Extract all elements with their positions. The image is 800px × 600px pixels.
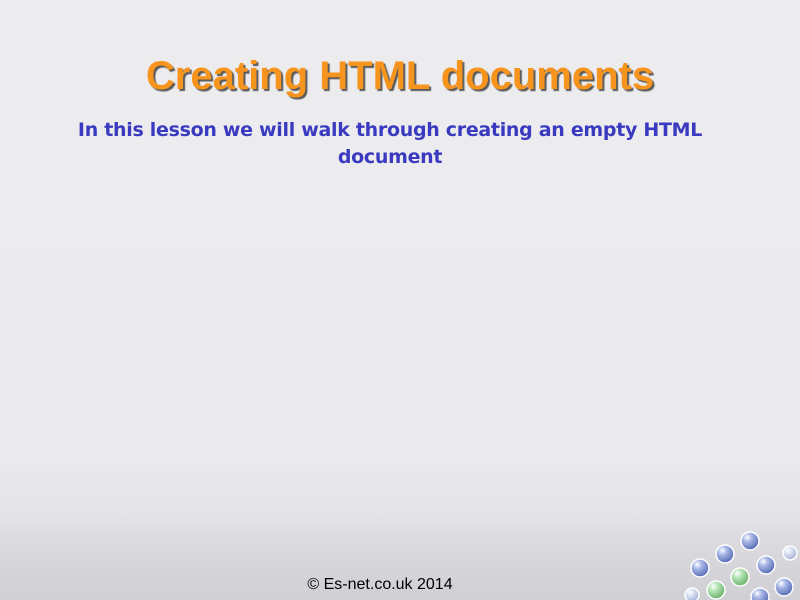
bubble <box>782 545 798 561</box>
slide: Creating HTML documents In this lesson w… <box>0 0 800 600</box>
bubble <box>706 580 726 600</box>
bubble <box>740 531 760 551</box>
decorative-bubbles-icon <box>684 531 798 600</box>
bubble <box>756 555 776 575</box>
bubble <box>730 567 750 587</box>
bubble <box>750 587 770 600</box>
bubble <box>774 577 794 597</box>
bubble <box>684 587 700 600</box>
bubble <box>690 558 710 578</box>
copyright-footer: © Es-net.co.uk 2014 <box>307 576 453 593</box>
bubble <box>715 544 735 564</box>
slide-title: Creating HTML documents <box>145 54 655 98</box>
slide-subtitle: In this lesson we will walk through crea… <box>77 119 703 168</box>
